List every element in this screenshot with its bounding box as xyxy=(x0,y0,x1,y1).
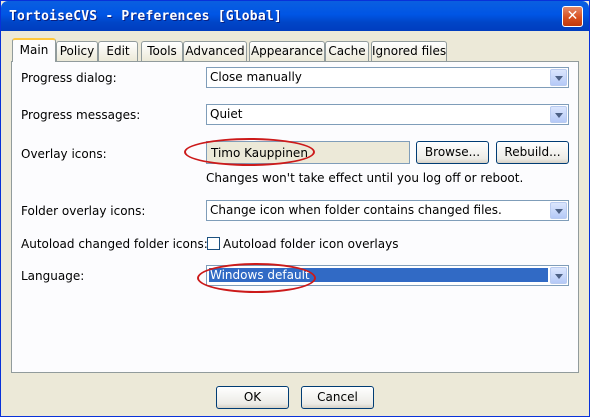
folder-overlay-icons-select[interactable]: Change icon when folder contains changed… xyxy=(206,200,569,221)
progress-dialog-select[interactable]: Close manually xyxy=(206,67,569,88)
annotation-ellipse xyxy=(197,263,316,293)
overlay-icons-note: Changes won't take effect until you log … xyxy=(206,171,524,185)
cancel-button[interactable]: Cancel xyxy=(301,386,374,409)
progress-dialog-value: Close manually xyxy=(210,70,302,84)
rebuild-button[interactable]: Rebuild... xyxy=(496,141,569,164)
folder-overlay-icons-label: Folder overlay icons: xyxy=(21,204,146,218)
progress-messages-value: Quiet xyxy=(210,107,243,121)
progress-messages-select[interactable]: Quiet xyxy=(206,104,569,125)
ok-button[interactable]: OK xyxy=(216,386,289,409)
chevron-down-icon[interactable] xyxy=(550,69,567,86)
progress-messages-label: Progress messages: xyxy=(21,108,141,122)
tab-edit[interactable]: Edit xyxy=(98,41,138,61)
progress-dialog-label: Progress dialog: xyxy=(21,71,117,85)
tab-tools[interactable]: Tools xyxy=(141,41,183,61)
title-bar[interactable]: TortoiseCVS - Preferences [Global] ✕ xyxy=(1,1,589,31)
annotation-ellipse xyxy=(184,138,315,166)
overlay-icons-label: Overlay icons: xyxy=(21,147,107,161)
chevron-down-icon[interactable] xyxy=(550,267,567,284)
tab-ignored-files[interactable]: Ignored files xyxy=(371,41,447,61)
close-button[interactable]: ✕ xyxy=(562,6,583,27)
tab-appearance[interactable]: Appearance xyxy=(249,41,325,61)
language-label: Language: xyxy=(21,269,85,283)
tab-advanced[interactable]: Advanced xyxy=(183,41,247,61)
preferences-window: TortoiseCVS - Preferences [Global] ✕ Mai… xyxy=(0,0,590,417)
tab-policy[interactable]: Policy xyxy=(56,41,98,61)
window-title: TortoiseCVS - Preferences [Global] xyxy=(9,9,282,24)
chevron-down-icon[interactable] xyxy=(550,202,567,219)
autoload-label: Autoload changed folder icons: xyxy=(21,237,208,251)
autoload-checkbox-label[interactable]: Autoload folder icon overlays xyxy=(223,237,398,251)
chevron-down-icon[interactable] xyxy=(550,106,567,123)
tab-main[interactable]: Main xyxy=(12,38,56,62)
browse-button[interactable]: Browse... xyxy=(416,141,489,164)
autoload-checkbox[interactable] xyxy=(207,237,220,250)
folder-overlay-icons-value: Change icon when folder contains changed… xyxy=(210,203,502,217)
tab-cache[interactable]: Cache xyxy=(325,41,369,61)
